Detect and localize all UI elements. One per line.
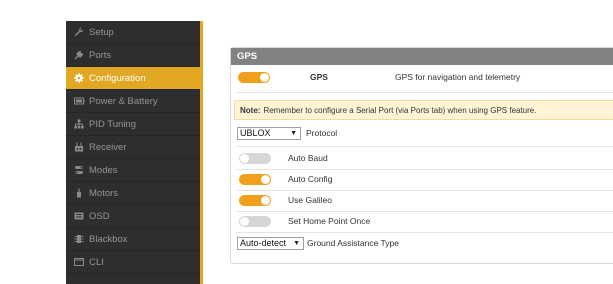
sidebar-item-modes[interactable]: Modes <box>66 159 200 182</box>
sidebar-item-receiver[interactable]: Receiver <box>66 136 200 159</box>
ground-assistance-value: Auto-detect <box>240 238 287 248</box>
chevron-down-icon: ▼ <box>293 239 300 247</box>
ground-assistance-select[interactable]: Auto-detect ▼ <box>237 236 304 250</box>
sidebar-item-osd[interactable]: OSD <box>66 205 200 228</box>
panel-title: GPS <box>231 48 613 65</box>
gear-icon <box>73 72 85 84</box>
sidebar-item-cli[interactable]: CLI <box>66 251 200 274</box>
auto-baud-toggle[interactable] <box>239 152 271 164</box>
sidebar-item-label: Configuration <box>89 72 146 84</box>
sidebar-item-ports[interactable]: Ports <box>66 44 200 67</box>
sidebar-item-label: Receiver <box>89 141 127 153</box>
divider <box>236 92 613 93</box>
battery-icon <box>73 95 85 107</box>
use-galileo-row: Use Galileo <box>236 191 613 209</box>
chevron-down-icon: ▼ <box>290 129 297 137</box>
auto-baud-label: Auto Baud <box>288 153 328 163</box>
toggle-knob <box>260 72 269 82</box>
toggle-knob <box>261 195 270 205</box>
sidebar-item-label: Motors <box>89 187 119 199</box>
sidebar-item-blackbox[interactable]: Blackbox <box>66 228 200 251</box>
sidebar-item-label: Blackbox <box>89 233 128 245</box>
protocol-select[interactable]: UBLOX ▼ <box>237 126 301 140</box>
sidebar-item-label: Power & Battery <box>89 95 158 107</box>
protocol-value: UBLOX <box>240 128 271 138</box>
protocol-label: Protocol <box>306 128 338 138</box>
terminal-icon <box>73 256 85 268</box>
toggle-knob <box>261 174 270 184</box>
sidebar-item-configuration[interactable]: Configuration <box>66 67 200 90</box>
set-home-point-once-row: Set Home Point Once <box>236 212 613 230</box>
sidebar-item-label: Setup <box>89 26 114 38</box>
toggle-knob <box>240 153 249 163</box>
note-prefix: Note: <box>240 105 261 115</box>
set-home-point-once-toggle[interactable] <box>239 215 271 227</box>
protocol-row: UBLOX ▼ Protocol <box>236 124 613 142</box>
auto-config-row: Auto Config <box>236 170 613 188</box>
sidebar-item-pid-tuning[interactable]: PID Tuning <box>66 113 200 136</box>
ground-assistance-row: Auto-detect ▼ Ground Assistance Type <box>236 234 613 252</box>
receiver-icon <box>73 141 85 153</box>
gps-panel: GPS GPS GPS for navigation and telemetry… <box>230 47 613 264</box>
sidebar-nav: Setup Ports Configuration Power & Batter… <box>66 21 203 284</box>
sidebar-item-motors[interactable]: Motors <box>66 182 200 205</box>
plug-icon <box>73 49 85 61</box>
auto-config-label: Auto Config <box>288 174 333 184</box>
set-home-point-once-label: Set Home Point Once <box>288 216 371 226</box>
use-galileo-toggle[interactable] <box>239 194 271 206</box>
sidebar-item-power-battery[interactable]: Power & Battery <box>66 90 200 113</box>
sidebar-item-label: Modes <box>89 164 118 176</box>
auto-baud-row: Auto Baud <box>236 149 613 167</box>
sidebar-item-label: PID Tuning <box>89 118 136 130</box>
sidebar-item-setup[interactable]: Setup <box>66 21 200 44</box>
sidebar-item-label: OSD <box>89 210 110 222</box>
blackbox-icon <box>73 233 85 245</box>
motor-icon <box>73 187 85 199</box>
divider <box>236 232 613 233</box>
gps-toggle-label: GPS <box>310 72 328 82</box>
gps-toggle[interactable] <box>238 71 270 83</box>
note-text: Remember to configure a Serial Port (via… <box>263 105 537 115</box>
divider <box>236 146 613 147</box>
osd-icon <box>73 210 85 222</box>
auto-config-toggle[interactable] <box>239 173 271 185</box>
gps-toggle-description: GPS for navigation and telemetry <box>394 72 521 82</box>
sitemap-icon <box>73 118 85 130</box>
sidebar-item-label: CLI <box>89 256 104 268</box>
gps-toggle-row: GPS GPS for navigation and telemetry <box>236 68 613 86</box>
modes-icon <box>73 164 85 176</box>
ground-assistance-label: Ground Assistance Type <box>307 238 399 248</box>
serial-port-note: Note: Remember to configure a Serial Por… <box>234 100 613 120</box>
toggle-knob <box>240 216 249 226</box>
wrench-icon <box>73 26 85 38</box>
sidebar-item-label: Ports <box>89 49 112 61</box>
use-galileo-label: Use Galileo <box>288 195 332 205</box>
